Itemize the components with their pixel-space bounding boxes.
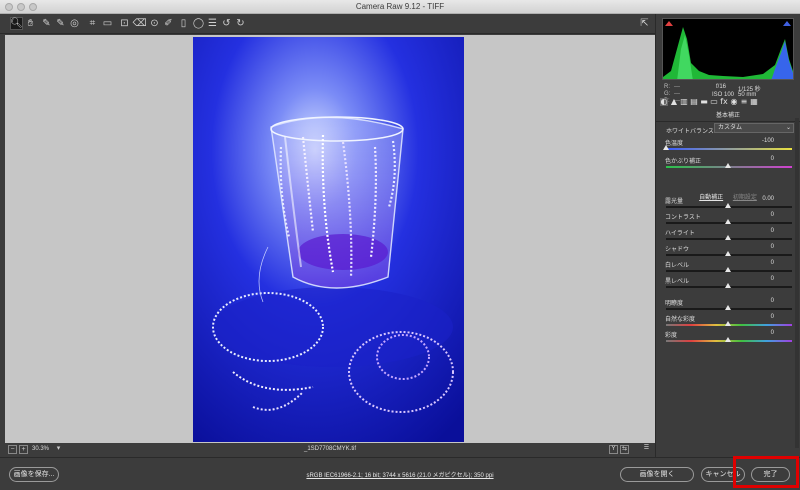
adjustments-panel: R: G: B: --- --- --- f/16 1/125 秒 ISO 10…	[655, 14, 800, 457]
slider-value-field[interactable]: 0	[771, 330, 774, 336]
toolbar: ⇱ 🔍︎ ✋︎ ✎ ✎ ◎ ⌗ ▭ ⊡ ⌫ ⊙ ✐ ▯ ◯ ☰ ↺ ↻	[0, 14, 655, 34]
slider-label: 黒レベル	[665, 279, 690, 285]
histogram	[662, 18, 794, 80]
white-balance-label: ホワイトバランス：	[666, 129, 720, 135]
slider-thumb[interactable]	[725, 251, 731, 256]
adjustment-brush-icon[interactable]: ✐	[162, 17, 175, 30]
slider-label: 白レベル	[665, 263, 690, 269]
slider-label: 彩度	[665, 333, 678, 339]
slider-row: 白レベル 0	[664, 260, 794, 275]
auto-default-row: 自動補正 初期設定	[656, 192, 800, 201]
lens-corrections-tab-icon[interactable]: ▭	[710, 98, 718, 106]
preferences-icon[interactable]: ☰	[206, 17, 219, 30]
slider-value-field[interactable]: 0	[771, 156, 774, 162]
shadow-clipping-icon[interactable]	[665, 21, 673, 26]
slider-value-field[interactable]: 0	[771, 314, 774, 320]
slider-value-field[interactable]: 0	[771, 276, 774, 282]
slider-label: 自然な彩度	[665, 317, 696, 323]
spot-removal-tool-icon[interactable]: ⌫	[132, 17, 146, 30]
slider-label: ハイライト	[665, 231, 695, 237]
transform-tool-icon[interactable]: ⊡	[118, 17, 131, 30]
window-title: Camera Raw 9.12 - TIFF	[355, 2, 445, 11]
slider-thumb[interactable]	[725, 337, 731, 342]
slider-thumb[interactable]	[725, 267, 731, 272]
white-balance-select[interactable]: カスタム ⌄	[714, 123, 794, 133]
open-image-button[interactable]: 画像を開く	[620, 467, 694, 482]
slider-value-field[interactable]: 0	[771, 228, 774, 234]
slider-track[interactable]	[666, 148, 792, 150]
chevron-down-icon: ⌄	[785, 125, 791, 131]
view-settings-icon[interactable]: ☰	[642, 445, 651, 454]
graduated-filter-icon[interactable]: ▯	[177, 17, 190, 30]
snapshots-tab-icon[interactable]: ▦	[750, 98, 758, 106]
effects-tab-icon[interactable]: fx	[720, 98, 728, 106]
hand-tool-icon[interactable]: ✋︎	[24, 17, 37, 30]
aperture-value: f/16	[716, 84, 727, 90]
slider-label: 色かぶり補正	[665, 159, 702, 165]
slider-row: シャドウ 0	[664, 244, 794, 259]
window-title-bar: Camera Raw 9.12 - TIFF	[0, 0, 800, 14]
radial-filter-icon[interactable]: ◯	[192, 17, 205, 30]
file-name: _1SD7708CMYK.tif	[303, 446, 357, 452]
red-eye-tool-icon[interactable]: ⊙	[148, 17, 161, 30]
slider-row: 明瞭度 0	[664, 298, 794, 313]
slider-thumb[interactable]	[725, 219, 731, 224]
slider-value-field[interactable]: 0	[771, 244, 774, 250]
slider-label: シャドウ	[665, 247, 690, 253]
slider-thumb[interactable]	[725, 235, 731, 240]
bottom-bar: 画像を保存... sRGB IEC61966-2.1; 16 bit; 3744…	[0, 457, 800, 490]
camera-calibration-tab-icon[interactable]: ◉	[730, 98, 738, 106]
targeted-adjustment-tool-icon[interactable]: ◎	[68, 17, 81, 30]
basic-tab-icon[interactable]: ◐	[660, 98, 668, 106]
white-balance-value: カスタム	[718, 125, 743, 131]
r-label: R:	[664, 84, 670, 90]
slider-row: ハイライト 0	[664, 228, 794, 243]
view-toggle-y-button[interactable]: Y	[609, 445, 618, 454]
slider-value-field[interactable]: 0	[771, 260, 774, 266]
rotate-right-icon[interactable]: ↻	[234, 17, 247, 30]
zoom-tool-icon[interactable]: 🔍︎	[10, 17, 23, 30]
tone-curve-tab-icon[interactable]: ▲	[670, 98, 678, 106]
detail-tab-icon[interactable]: ▥	[680, 98, 688, 106]
highlight-clipping-icon[interactable]	[783, 21, 791, 26]
slider-row: 色かぶり補正 0	[664, 156, 794, 171]
panel-section-title: 基本補正	[656, 110, 800, 122]
slider-thumb[interactable]	[663, 145, 669, 150]
compare-view-icon[interactable]: ⇆	[620, 445, 629, 454]
slider-value-field[interactable]: 0	[771, 212, 774, 218]
slider-row: 黒レベル 0	[664, 276, 794, 291]
slider-thumb[interactable]	[725, 283, 731, 288]
color-sampler-tool-icon[interactable]: ✎	[54, 17, 67, 30]
r-value: ---	[674, 84, 680, 90]
slider-value-field[interactable]: 0	[771, 298, 774, 304]
split-toning-tab-icon[interactable]: ▬	[700, 98, 708, 106]
slider-thumb[interactable]	[725, 203, 731, 208]
default-settings-link[interactable]: 初期設定	[733, 195, 757, 201]
fullscreen-toggle-icon[interactable]: ⇱	[638, 17, 651, 30]
slider-thumb[interactable]	[725, 163, 731, 168]
slider-row: 色温度 -100	[663, 138, 794, 153]
preview-image	[193, 37, 464, 442]
slider-row: 彩度 0	[664, 330, 794, 345]
slider-row: 自然な彩度 0	[664, 314, 794, 329]
straighten-tool-icon[interactable]: ▭	[101, 17, 114, 30]
slider-row: コントラスト 0	[664, 212, 794, 227]
slider-thumb[interactable]	[725, 321, 731, 326]
presets-tab-icon[interactable]: ≡	[740, 98, 748, 106]
hsl-tab-icon[interactable]: ▤	[690, 98, 698, 106]
slider-thumb[interactable]	[725, 305, 731, 310]
panel-tabs: ◐ ▲ ▥ ▤ ▬ ▭ fx ◉ ≡ ▦	[656, 97, 800, 108]
slider-label: コントラスト	[665, 215, 701, 221]
slider-label: 明瞭度	[665, 301, 684, 307]
white-balance-tool-icon[interactable]: ✎	[40, 17, 53, 30]
slider-value-field[interactable]: -100	[762, 138, 774, 144]
panel-scrollbar[interactable]	[795, 118, 799, 448]
crop-tool-icon[interactable]: ⌗	[86, 17, 99, 30]
auto-adjust-link[interactable]: 自動補正	[699, 195, 723, 201]
rotate-left-icon[interactable]: ↺	[220, 17, 233, 30]
done-button-highlight	[733, 456, 799, 488]
canvas-status-bar: − + 30.3% ▾ _1SD7708CMYK.tif Y ⇆ ☰	[5, 443, 655, 456]
